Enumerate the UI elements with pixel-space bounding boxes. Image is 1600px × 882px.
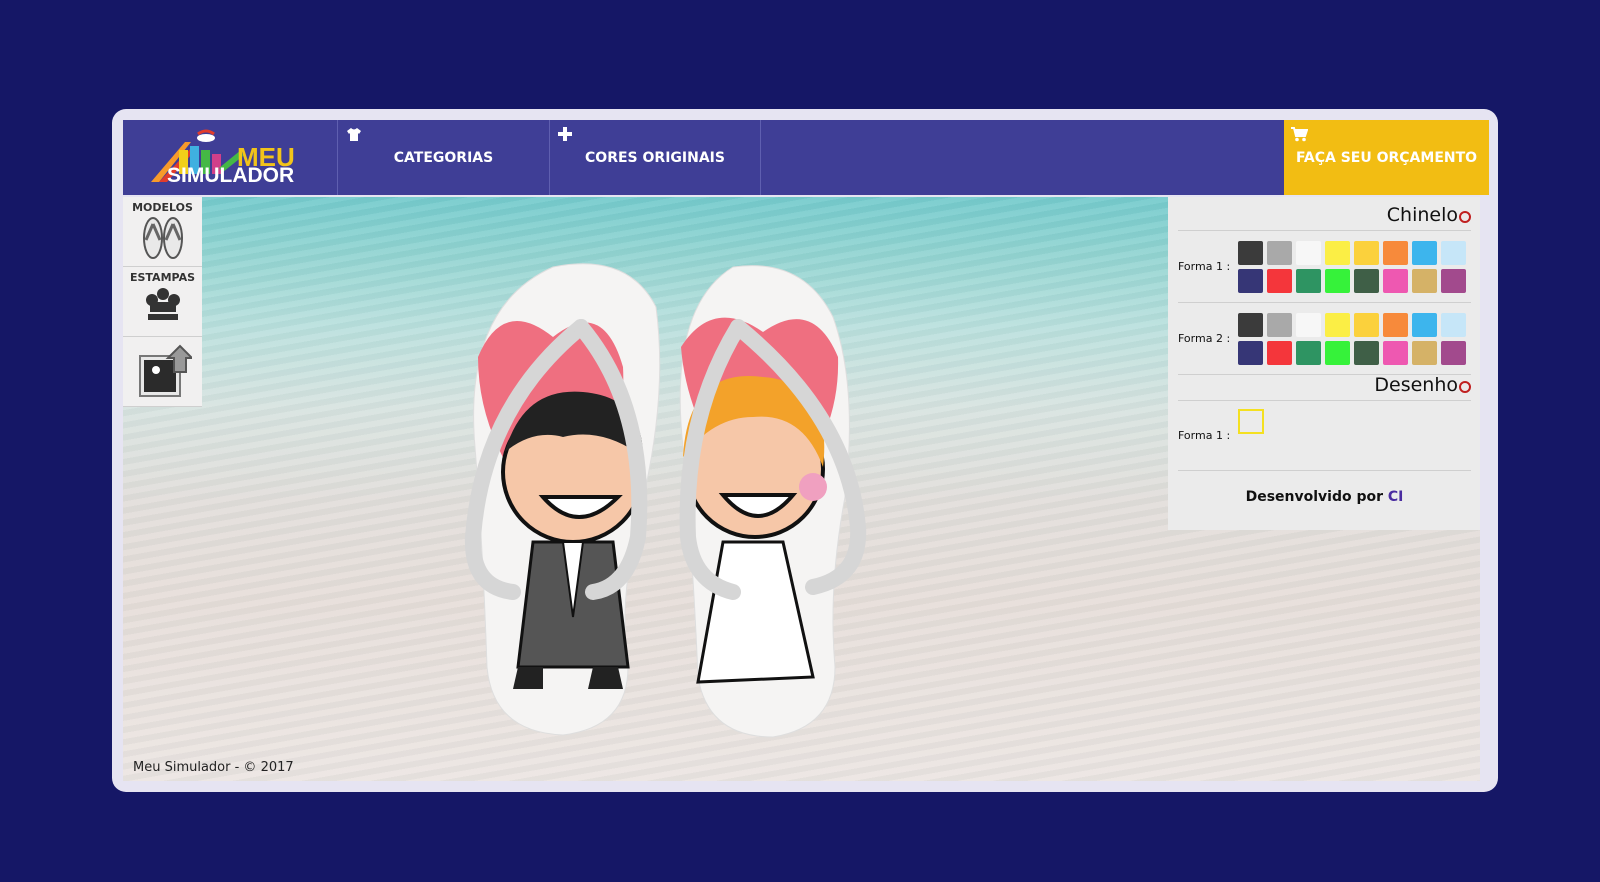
plus-icon xyxy=(558,127,572,144)
color-swatch[interactable] xyxy=(1296,268,1321,293)
color-swatch[interactable] xyxy=(1441,312,1466,337)
color-swatch[interactable] xyxy=(1238,340,1263,365)
flip-flops-icon xyxy=(142,217,183,259)
color-swatch[interactable] xyxy=(1383,268,1408,293)
color-swatch[interactable] xyxy=(1412,340,1437,365)
color-swatch[interactable] xyxy=(1412,312,1437,337)
logo[interactable]: MEU SIMULADOR xyxy=(123,120,338,195)
color-swatch[interactable] xyxy=(1267,312,1292,337)
color-swatch[interactable] xyxy=(1296,340,1321,365)
color-swatch[interactable] xyxy=(1354,312,1379,337)
color-swatch[interactable] xyxy=(1238,240,1263,265)
color-swatch[interactable] xyxy=(1238,268,1263,293)
tool-modelos[interactable]: MODELOS xyxy=(123,197,202,267)
reset-target-icon[interactable] xyxy=(1459,381,1471,393)
color-swatch[interactable] xyxy=(1238,312,1263,337)
color-swatch[interactable] xyxy=(1267,240,1292,265)
upload-image-icon xyxy=(138,344,194,397)
simulator-canvas[interactable]: MODELOS ESTAMPAS Meu Simulador - © 2017 … xyxy=(123,197,1480,781)
color-swatch[interactable] xyxy=(1325,340,1350,365)
forma-1-swatches xyxy=(1238,240,1466,293)
color-swatch[interactable] xyxy=(1325,312,1350,337)
app-window: MEU SIMULADOR CATEGORIAS CORES ORIGINAIS… xyxy=(112,109,1498,792)
nav-cores-label: CORES ORIGINAIS xyxy=(585,149,725,166)
nav-categorias[interactable]: CATEGORIAS xyxy=(338,120,550,195)
color-swatch[interactable] xyxy=(1383,340,1408,365)
nav-categorias-label: CATEGORIAS xyxy=(393,149,494,166)
tool-estampas[interactable]: ESTAMPAS xyxy=(123,267,202,337)
cart-icon xyxy=(1291,127,1309,145)
shirt-icon xyxy=(346,127,362,145)
color-swatch[interactable] xyxy=(1354,340,1379,365)
color-swatch[interactable] xyxy=(1412,240,1437,265)
desenho-color-swatch[interactable] xyxy=(1238,409,1264,434)
tool-upload-image[interactable] xyxy=(123,337,202,407)
color-swatch[interactable] xyxy=(1325,268,1350,293)
nav-cores-originais[interactable]: CORES ORIGINAIS xyxy=(550,120,761,195)
forma-2-swatches xyxy=(1238,312,1466,365)
tool-modelos-label: MODELOS xyxy=(132,201,193,214)
color-swatch[interactable] xyxy=(1325,240,1350,265)
color-swatch[interactable] xyxy=(1441,240,1466,265)
color-swatch[interactable] xyxy=(1267,340,1292,365)
chinelo-forma-1: Forma 1 : xyxy=(1178,231,1471,303)
credit-prefix: Desenvolvido por xyxy=(1245,489,1384,505)
forma-1-label: Forma 1 : xyxy=(1178,260,1231,273)
color-swatch[interactable] xyxy=(1412,268,1437,293)
color-swatch[interactable] xyxy=(1383,312,1408,337)
top-navigation: MEU SIMULADOR CATEGORIAS CORES ORIGINAIS… xyxy=(123,120,1489,195)
desenho-forma-1-label: Forma 1 : xyxy=(1178,429,1231,442)
color-swatch[interactable] xyxy=(1354,268,1379,293)
desenho-forma-1: Forma 1 : xyxy=(1178,401,1471,471)
quote-label: FAÇA SEU ORÇAMENTO xyxy=(1295,149,1478,166)
logo-text-simulador: SIMULADOR xyxy=(167,164,295,187)
color-swatch[interactable] xyxy=(1441,340,1466,365)
desenho-header: Desenho xyxy=(1178,374,1471,401)
chinelo-forma-2: Forma 2 : xyxy=(1178,303,1471,375)
color-swatch[interactable] xyxy=(1441,268,1466,293)
developer-credit: Desenvolvido por CI xyxy=(1178,471,1471,505)
footer-copyright: Meu Simulador - © 2017 xyxy=(133,760,294,775)
quote-button[interactable]: FAÇA SEU ORÇAMENTO xyxy=(1284,120,1489,195)
credit-link[interactable]: CI xyxy=(1388,489,1403,505)
forma-2-label: Forma 2 : xyxy=(1178,332,1231,345)
color-swatch[interactable] xyxy=(1296,240,1321,265)
left-toolbar: MODELOS ESTAMPAS xyxy=(123,197,202,407)
desenho-title: Desenho xyxy=(1374,374,1458,396)
color-swatch[interactable] xyxy=(1267,268,1292,293)
reset-target-icon[interactable] xyxy=(1459,211,1471,223)
tool-estampas-label: ESTAMPAS xyxy=(129,271,196,284)
color-swatch[interactable] xyxy=(1383,240,1408,265)
color-swatch[interactable] xyxy=(1354,240,1379,265)
color-panel: Chinelo Forma 1 : Forma 2 : Desenho Form… xyxy=(1168,197,1480,530)
crown-icon xyxy=(145,288,180,320)
chinelo-title: Chinelo xyxy=(1386,204,1458,226)
chinelo-header: Chinelo xyxy=(1178,197,1471,231)
color-swatch[interactable] xyxy=(1296,312,1321,337)
